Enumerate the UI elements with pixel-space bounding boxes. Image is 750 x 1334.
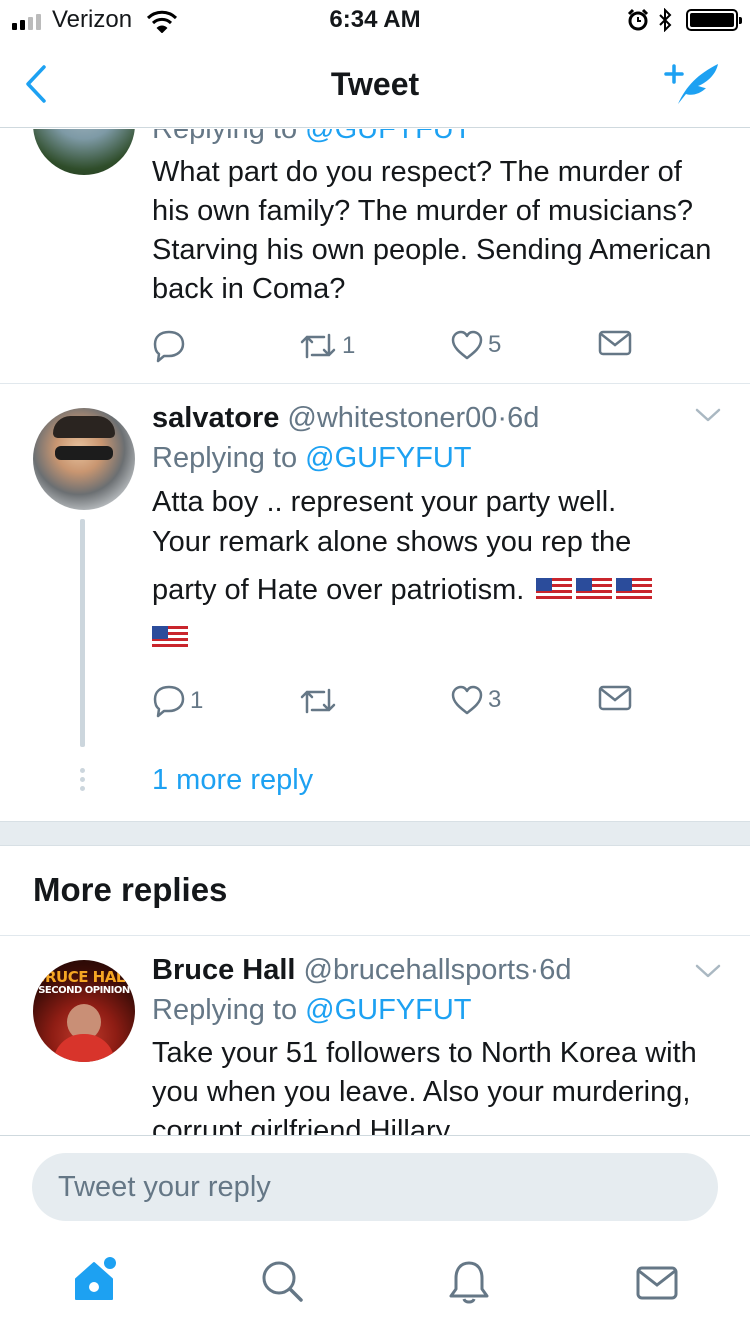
replying-to-line: Replying to @GUFYFUT (152, 129, 712, 149)
tweet-text-line: Your remark alone shows you rep the (152, 526, 632, 558)
user-handle[interactable]: @brucehallsports (304, 954, 530, 986)
mention-link[interactable]: @GUFYFUT (305, 442, 471, 474)
share-action[interactable] (598, 684, 632, 712)
us-flag-emoji-icon (536, 578, 573, 602)
mention-link[interactable]: @GUFYFUT (305, 129, 471, 145)
reply-icon (153, 330, 185, 363)
retweet-action[interactable]: 1 (298, 329, 355, 363)
tweet-actions: 1 5 (152, 329, 652, 369)
separator-dot: · (497, 402, 508, 434)
display-name[interactable]: salvatore (152, 402, 279, 434)
avatar[interactable]: BRUCE HALL SECOND OPINION (33, 960, 135, 1062)
chevron-down-icon[interactable] (694, 406, 722, 424)
like-count: 3 (488, 686, 502, 713)
replying-prefix: Replying to (152, 994, 298, 1026)
messages-icon[interactable] (636, 1265, 678, 1301)
search-icon[interactable] (260, 1259, 304, 1303)
tweet-text: Take your 51 followers to North Korea wi… (152, 1037, 697, 1135)
tweet-actions: 1 3 (152, 684, 652, 724)
us-flag-emoji-icon (616, 578, 653, 602)
display-name[interactable]: Bruce Hall (152, 954, 295, 986)
battery-icon (686, 9, 742, 31)
thread-more-dots (80, 768, 85, 791)
avatar-text: SECOND OPINION (38, 985, 130, 996)
more-reply-link[interactable]: 1 more reply (152, 764, 313, 797)
replying-to-line: Replying to @GUFYFUT (152, 438, 712, 478)
avatar[interactable] (33, 129, 135, 175)
direct-message-icon (598, 685, 632, 711)
reply-composer-bar (0, 1135, 750, 1239)
user-handle[interactable]: @whitestoner00 (287, 402, 497, 434)
notifications-icon[interactable] (448, 1259, 490, 1305)
replying-to-line: Replying to @GUFYFUT (152, 990, 712, 1030)
tweet-text-line: Atta boy .. represent your party well. (152, 486, 617, 518)
retweet-icon (300, 333, 336, 359)
tab-bar (0, 1239, 750, 1334)
reply-count: 1 (190, 687, 204, 714)
status-bar: Verizon 6:34 AM (0, 0, 750, 40)
home-icon[interactable] (70, 1255, 120, 1305)
chevron-down-icon[interactable] (694, 962, 722, 980)
separator-dot: · (529, 954, 540, 986)
alarm-icon (627, 8, 649, 31)
avatar[interactable] (33, 408, 135, 510)
direct-message-icon (598, 330, 632, 356)
heart-icon (451, 685, 483, 715)
section-separator (0, 821, 750, 846)
retweet-count: 1 (342, 332, 356, 359)
tweet-item[interactable]: Replying to @GUFYFUT What part do you re… (0, 129, 750, 383)
tweet-text-line: party of Hate over patriotism. (152, 574, 525, 606)
retweet-action[interactable] (298, 684, 342, 718)
share-action[interactable] (598, 329, 632, 357)
reply-icon (153, 685, 185, 718)
tweet-age: 6d (539, 954, 572, 986)
tweet-feed[interactable]: Replying to @GUFYFUT What part do you re… (0, 129, 750, 1135)
tweet-text: Atta boy .. represent your party well. Y… (152, 482, 712, 658)
page-title: Tweet (330, 66, 420, 102)
us-flag-emoji-icon (576, 578, 613, 602)
tweet-item[interactable]: BRUCE HALL SECOND OPINION Bruce Hall @br… (0, 936, 750, 1135)
avatar-text: BRUCE HALL (34, 968, 134, 986)
tweet-text: What part do you respect? The murder of … (152, 156, 712, 305)
reply-action[interactable] (152, 329, 190, 363)
compose-tweet-icon[interactable] (664, 60, 722, 108)
replying-prefix: Replying to (152, 129, 298, 145)
heart-icon (451, 330, 483, 360)
tweet-header: salvatore @whitestoner00·6d (152, 398, 712, 438)
thread-connector (80, 519, 85, 747)
more-replies-heading: More replies (33, 871, 228, 908)
navigation-bar: Tweet (0, 40, 750, 128)
mention-link[interactable]: @GUFYFUT (305, 994, 471, 1026)
replying-prefix: Replying to (152, 442, 298, 474)
tweet-age: 6d (507, 402, 540, 434)
like-count: 5 (488, 331, 502, 358)
like-action[interactable]: 3 (450, 684, 501, 716)
bluetooth-icon (659, 8, 672, 32)
us-flag-emoji-icon (152, 626, 188, 650)
tweet-item[interactable]: salvatore @whitestoner00·6d Replying to … (0, 384, 750, 824)
reply-input[interactable] (32, 1153, 718, 1221)
tweet-header: Bruce Hall @brucehallsports·6d (152, 950, 712, 990)
reply-action[interactable]: 1 (152, 684, 203, 718)
retweet-icon (300, 688, 336, 714)
like-action[interactable]: 5 (450, 329, 501, 361)
